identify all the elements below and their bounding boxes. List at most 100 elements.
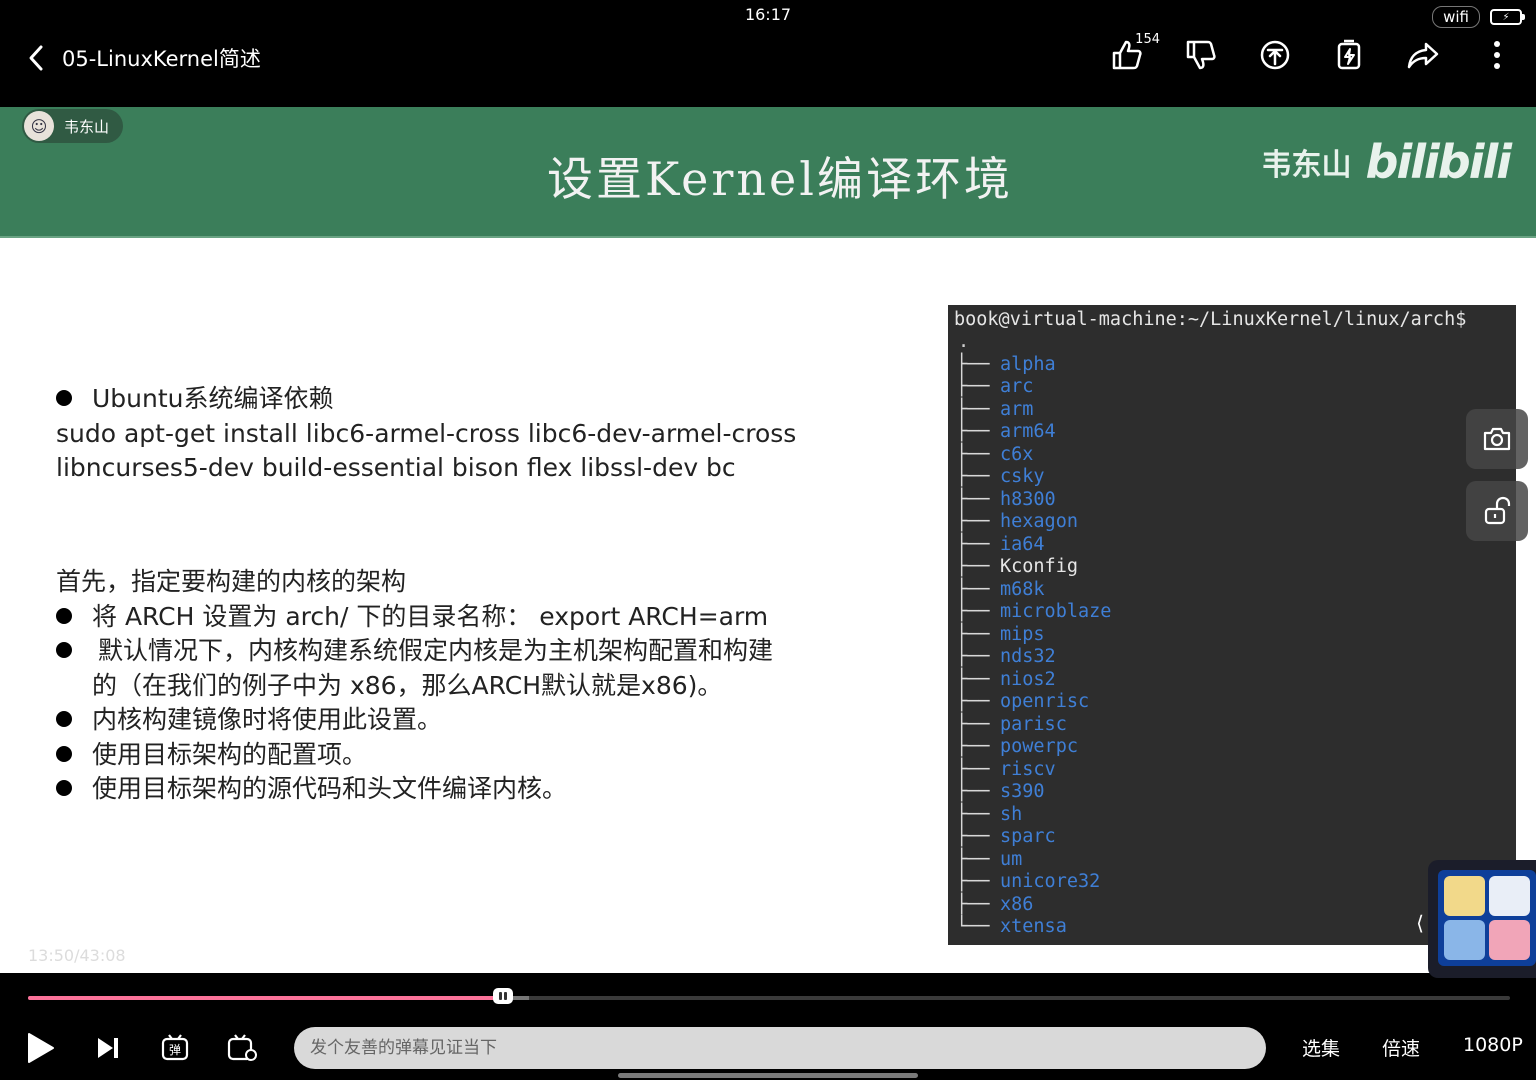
bullet-2: 默认情况下，内核构建系统假定内核是为主机架构配置和构建 [98,636,774,665]
danmaku-toggle-button[interactable]: 弹 [154,1026,198,1070]
terminal-tree-entry: ├── arm [954,398,1516,421]
tree-branch: ├── [956,736,990,758]
tree-branch: ├── [956,578,990,600]
terminal-tree-entry: ├── parisc [954,713,1516,736]
speed-button[interactable]: 倍速 [1382,1034,1420,1061]
episodes-button[interactable]: 选集 [1302,1034,1340,1061]
video-frame[interactable]: ☺ 韦东山 设置Kernel编译环境 韦东山 bilibili Ubuntu系统… [0,107,1536,973]
tree-branch: ├── [956,353,990,375]
terminal-tree-entry: ├── csky [954,466,1516,489]
tree-branch: ├── [956,871,990,893]
home-indicator [618,1073,918,1078]
tree-branch: ├── [956,781,990,803]
tree-entry-name: parisc [1000,713,1067,735]
wifi-indicator: wifi [1432,6,1480,28]
quality-button[interactable]: 1080P [1463,1034,1523,1056]
terminal-tree-entry: ├── arc [954,376,1516,399]
play-button[interactable] [18,1026,62,1070]
tree-entry-name: powerpc [1000,736,1078,758]
bullet-dot [56,745,72,762]
tree-entry-name: nds32 [1000,646,1056,668]
tree-entry-name: xtensa [1000,916,1067,938]
tree-branch: ├── [956,376,990,398]
player-controls: 弹 选集 倍速 1080P [0,1022,1536,1074]
danmaku-input[interactable] [294,1027,1266,1069]
tree-branch: ├── [956,758,990,780]
tree-branch: ├── [956,623,990,645]
floating-window[interactable] [1428,860,1536,978]
tree-branch: ├── [956,668,990,690]
tree-entry-name: nios2 [1000,668,1056,690]
terminal-tree-entry: ├── alpha [954,353,1516,376]
progress-thumb[interactable] [493,988,514,1004]
tree-entry-name: openrisc [1000,691,1090,713]
terminal-tree-list: ├── alpha ├── arc ├── arm ├── arm64 ├── c6x ├── csk… [954,353,1516,938]
tree-entry-name: sh [1000,803,1023,825]
tree-entry-name: um [1000,848,1023,870]
terminal-tree-entry: ├── hexagon [954,511,1516,534]
bullet-5: 使用目标架构的源代码和头文件编译内核。 [92,774,568,803]
dislike-button[interactable] [1182,36,1220,74]
top-actions: 154 [1108,32,1516,74]
deps-line-2: libncurses5-dev build-essential bison fl… [56,453,736,482]
thumbs-down-icon [1186,40,1216,70]
tree-entry-name: arm [1000,398,1034,420]
tree-entry-name: riscv [1000,758,1056,780]
uploader-chip[interactable]: ☺ 韦东山 [22,109,124,143]
coin-button[interactable] [1256,36,1294,74]
more-button[interactable] [1478,36,1516,74]
terminal-tree-entry: ├── c6x [954,443,1516,466]
arch-block: 首先，指定要构建的内核的架构 将 ARCH 设置为 arch/ 下的目录名称： … [56,565,773,807]
app-gallery-icon [1489,920,1530,960]
terminal-tree-entry: ├── arm64 [954,421,1516,444]
favorite-button[interactable] [1330,36,1368,74]
tree-branch: ├── [956,826,990,848]
screenshot-button[interactable] [1466,409,1528,469]
tree-entry-name: h8300 [1000,488,1056,510]
tree-entry-name: x86 [1000,893,1034,915]
play-icon [28,1033,54,1063]
chevron-left-icon [29,45,43,71]
dependencies-block: Ubuntu系统编译依赖 sudo apt-get install libc6-… [56,382,796,486]
danmaku-on-icon: 弹 [161,1034,189,1061]
status-time: 16:17 [744,5,792,24]
app-notes-icon [1444,876,1485,916]
tree-branch: ├── [956,646,990,668]
tree-branch: ├── [956,601,990,623]
tree-entry-name: sparc [1000,826,1056,848]
terminal-tree-entry: ├── openrisc [954,691,1516,714]
next-button[interactable] [86,1026,130,1070]
tree-entry-name: arm64 [1000,421,1056,443]
tree-branch: ├── [956,556,990,578]
danmaku-settings-button[interactable] [220,1026,264,1070]
terminal-tree-root: . [958,331,970,352]
favorite-icon [1337,39,1361,70]
tree-branch: ├── [956,443,990,465]
terminal-tree-entry: ├── sh [954,803,1516,826]
terminal-tree-entry: ├── microblaze [954,601,1516,624]
video-title: 05-LinuxKernel简述 [62,47,261,71]
coin-icon [1260,40,1290,70]
deps-line-1: sudo apt-get install libc6-armel-cross l… [56,418,797,448]
bullet-dot [56,390,72,406]
pip-collapse-arrow[interactable]: ⟨ [1410,905,1430,941]
tree-entry-name: unicore32 [1000,871,1101,893]
next-icon [98,1038,118,1058]
progress-bar[interactable] [28,988,1510,1004]
back-button[interactable] [16,38,56,78]
share-button[interactable] [1404,36,1442,74]
tree-entry-name: c6x [1000,443,1034,465]
unlock-icon [1484,496,1511,525]
like-button[interactable]: 154 [1108,32,1160,74]
tree-branch: ├── [956,803,990,825]
tree-branch: └── [956,916,990,938]
terminal-tree-entry: ├── nios2 [954,668,1516,691]
bullet-dot [56,642,72,658]
terminal-tree-entry: ├── powerpc [954,736,1516,759]
progress-played [28,996,504,1000]
status-indicators: wifi ⚡ [1432,6,1525,28]
tree-branch: ├── [956,511,990,533]
playback-time: 13:50/43:08 [28,946,126,965]
screen-lock-button[interactable] [1466,481,1528,541]
tree-entry-name: arc [1000,376,1034,398]
